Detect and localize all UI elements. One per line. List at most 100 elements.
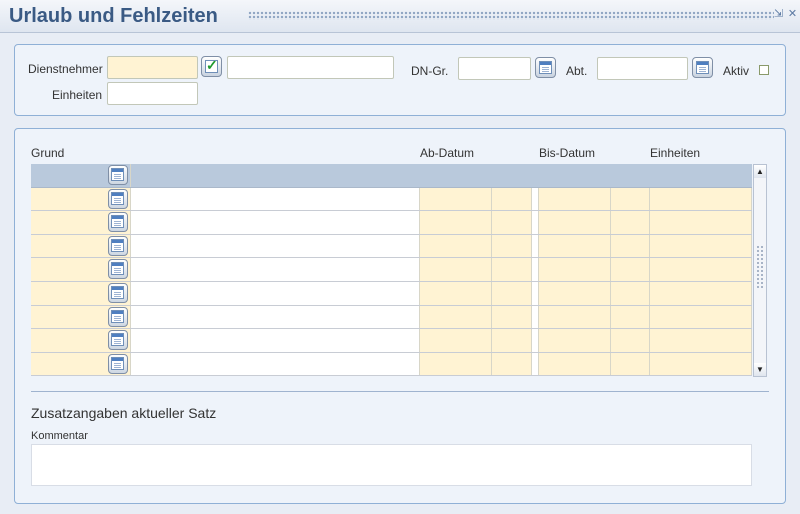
einheiten-cell[interactable] [650,281,752,305]
ab-datum-cell[interactable] [420,305,492,329]
bis-zeit-cell[interactable] [611,164,650,187]
bis-datum-cell[interactable] [539,234,611,258]
dienstnehmer-lookup-button[interactable] [201,56,222,77]
bis-datum-cell[interactable] [539,211,611,234]
ab-zeit-cell[interactable] [492,258,532,281]
table-row[interactable] [31,352,752,377]
table-row[interactable] [31,187,752,212]
einheiten-cell[interactable] [650,305,752,329]
grund-lookup-button[interactable] [108,235,128,256]
grund-lookup-button[interactable] [108,212,128,233]
ab-zeit-cell[interactable] [492,329,532,352]
dngr-field[interactable] [458,57,531,80]
bis-zeit-cell[interactable] [611,258,650,281]
bis-datum-cell[interactable] [539,258,611,281]
bis-datum-cell[interactable] [539,187,611,211]
scroll-up-icon[interactable]: ▲ [754,165,766,178]
ab-datum-cell[interactable] [420,234,492,258]
bis-datum-cell[interactable] [539,329,611,352]
aktiv-label: Aktiv [723,64,750,78]
bis-zeit-cell[interactable] [611,211,650,234]
scroll-grip[interactable] [756,245,764,290]
bis-zeit-cell[interactable] [611,234,650,258]
einheiten-cell[interactable] [650,211,752,234]
bis-datum-cell[interactable] [539,305,611,329]
grund-lookup-button[interactable] [108,353,128,374]
list-icon [111,215,124,229]
table-row[interactable] [31,164,752,188]
column-header-ab-datum: Ab-Datum [420,146,475,160]
einheiten-cell[interactable] [650,352,752,376]
column-header-grund: Grund [31,146,65,160]
dienstnehmer-name-field[interactable] [227,56,394,79]
bis-zeit-cell[interactable] [611,352,650,376]
bezeichnung-cell [131,329,420,352]
close-icon[interactable]: ✕ [787,8,798,21]
einheiten-cell[interactable] [650,329,752,352]
list-icon [111,262,124,276]
window-title: Urlaub und Fehlzeiten [9,5,218,27]
ab-datum-cell[interactable] [420,187,492,211]
aktiv-checkbox[interactable] [759,65,769,75]
dienstnehmer-field[interactable] [107,56,198,79]
dngr-label: DN-Gr. [411,64,449,78]
table-row[interactable] [31,329,752,353]
einheiten-cell[interactable] [650,258,752,281]
dngr-lookup-button[interactable] [535,57,556,78]
section-title: Zusatzangaben aktueller Satz [31,405,217,421]
ab-datum-cell[interactable] [420,329,492,352]
kommentar-textarea[interactable] [31,444,752,486]
bezeichnung-cell [131,187,420,211]
table-row[interactable] [31,234,752,259]
ab-zeit-cell[interactable] [492,305,532,329]
bis-datum-cell[interactable] [539,281,611,305]
row-spacer [532,352,539,376]
grund-lookup-button[interactable] [108,306,128,327]
table-row[interactable] [31,281,752,306]
bis-zeit-cell[interactable] [611,187,650,211]
abt-field[interactable] [597,57,688,80]
bis-datum-cell[interactable] [539,164,611,187]
column-header-einheiten: Einheiten [650,146,701,160]
ab-zeit-cell[interactable] [492,164,532,187]
list-icon [111,285,124,299]
ab-zeit-cell[interactable] [492,211,532,234]
ab-datum-cell[interactable] [420,258,492,281]
restore-icon[interactable]: ⇲ [773,8,784,21]
scroll-down-icon[interactable]: ▼ [754,363,766,376]
table-row[interactable] [31,211,752,235]
ab-zeit-cell[interactable] [492,234,532,258]
section-divider [31,391,769,392]
grund-lookup-button[interactable] [108,188,128,209]
bis-zeit-cell[interactable] [611,329,650,352]
ab-zeit-cell[interactable] [492,187,532,211]
ab-datum-cell[interactable] [420,211,492,234]
bis-datum-cell[interactable] [539,352,611,376]
ab-datum-cell[interactable] [420,352,492,376]
grund-lookup-button[interactable] [108,259,128,280]
table-row[interactable] [31,258,752,282]
ab-zeit-cell[interactable] [492,352,532,376]
absence-grid [31,164,752,377]
ab-zeit-cell[interactable] [492,281,532,305]
list-icon [111,168,124,181]
einheiten-cell[interactable] [650,234,752,258]
einheiten-cell[interactable] [650,187,752,211]
grund-lookup-button[interactable] [108,165,128,185]
bis-zeit-cell[interactable] [611,281,650,305]
grund-lookup-button[interactable] [108,282,128,303]
einheiten-field[interactable] [107,82,198,105]
bezeichnung-cell [131,258,420,281]
bezeichnung-cell [131,211,420,234]
bis-zeit-cell[interactable] [611,305,650,329]
list-icon [111,191,124,205]
grid-scrollbar[interactable]: ▲ ▼ [753,164,767,377]
ab-datum-cell[interactable] [420,281,492,305]
einheiten-cell[interactable] [650,164,752,187]
grund-lookup-button[interactable] [108,330,128,351]
abt-lookup-button[interactable] [692,57,713,78]
dienstnehmer-label: Dienstnehmer [28,62,103,76]
bezeichnung-cell [131,281,420,305]
ab-datum-cell[interactable] [420,164,492,187]
table-row[interactable] [31,305,752,330]
